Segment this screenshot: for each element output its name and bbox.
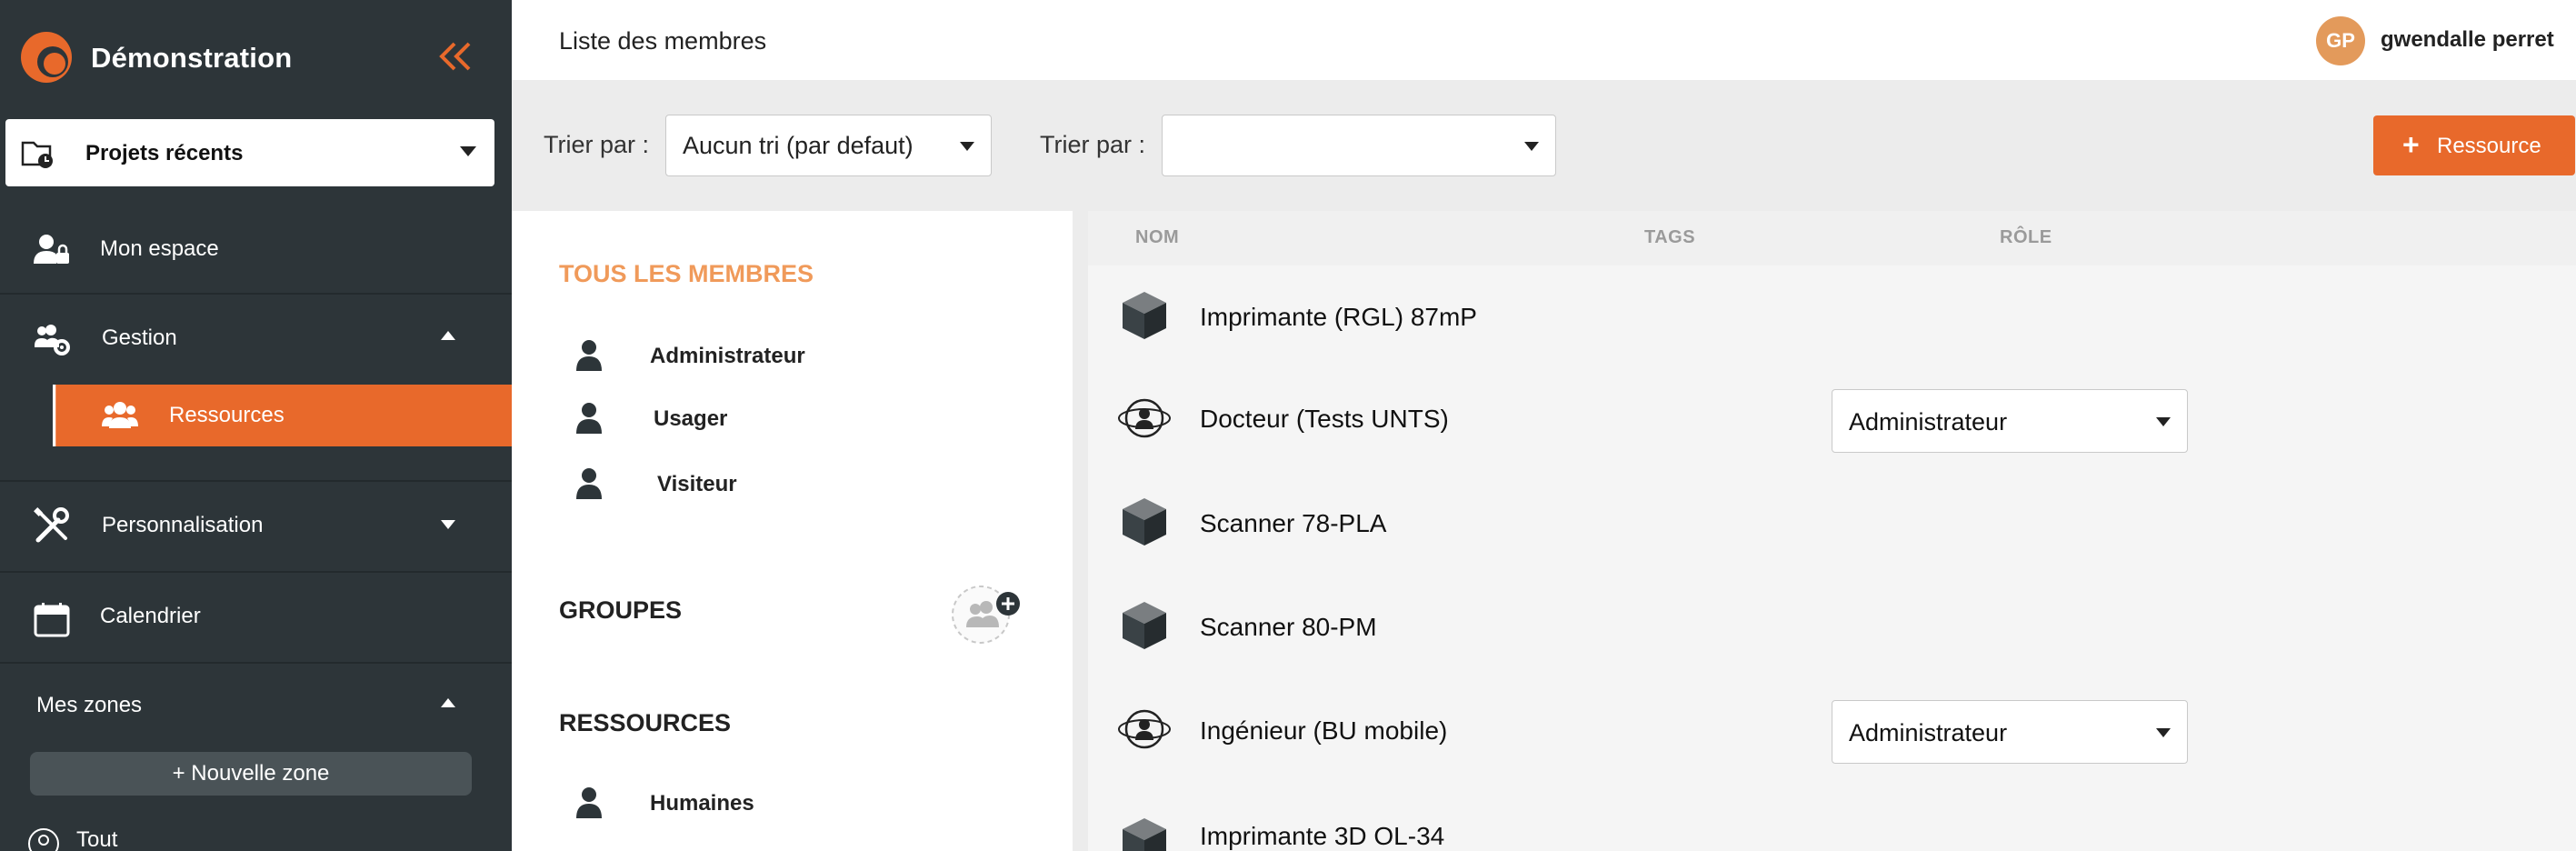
sidebar-item-ressources-label: Ressources bbox=[169, 403, 285, 427]
column-header-role[interactable]: RÔLE bbox=[2000, 227, 2052, 248]
role-item-label: Usager bbox=[654, 406, 728, 431]
resource-type-label: Humaines bbox=[650, 791, 754, 816]
chevron-up-icon bbox=[441, 698, 455, 707]
logo-icon bbox=[21, 32, 72, 83]
table-row[interactable]: Ingénieur (BU mobile) Administrateur bbox=[1088, 680, 2576, 784]
user-icon bbox=[576, 468, 602, 499]
role-item-label: Visiteur bbox=[657, 472, 737, 496]
row-name: Imprimante (RGL) 87mP bbox=[1200, 303, 1477, 331]
sidebar: Démonstration Projets récents Mon espace bbox=[0, 0, 512, 851]
sidebar-item-ressources[interactable]: Ressources bbox=[53, 385, 512, 446]
column-header-nom[interactable]: NOM bbox=[1135, 227, 1179, 248]
panel-divider bbox=[1073, 211, 1088, 851]
all-members-title[interactable]: TOUS LES MEMBRES bbox=[559, 260, 814, 288]
add-resource-button[interactable]: + Ressource bbox=[2373, 115, 2575, 175]
row-name: Scanner 78-PLA bbox=[1200, 509, 1387, 537]
sidebar-item-mon-espace[interactable]: Mon espace bbox=[0, 220, 512, 293]
sidebar-item-personnalisation-label: Personnalisation bbox=[102, 513, 264, 537]
users-cog-icon bbox=[35, 325, 70, 355]
sidebar-item-gestion[interactable]: Gestion bbox=[0, 309, 512, 367]
brand: Démonstration bbox=[0, 0, 512, 116]
table-row[interactable]: Docteur (Tests UNTS) Administrateur bbox=[1088, 369, 2576, 473]
divider bbox=[0, 571, 512, 573]
role-select-value: Administrateur bbox=[1849, 719, 2008, 746]
chevron-down-icon bbox=[1524, 142, 1539, 151]
globe-user-icon bbox=[28, 828, 59, 851]
table-header: NOM TAGS RÔLE bbox=[1088, 211, 2576, 265]
row-name: Scanner 80-PM bbox=[1200, 613, 1377, 641]
divider bbox=[0, 293, 512, 295]
sort-label-2: Trier par : bbox=[1040, 131, 1146, 158]
role-select[interactable]: Administrateur bbox=[1832, 700, 2188, 764]
chevron-down-icon bbox=[2156, 728, 2171, 737]
sidebar-item-tout-label: Tout bbox=[76, 827, 118, 851]
resources-table: NOM TAGS RÔLE Imprimante (RGL) 87mP Doct… bbox=[1088, 211, 2576, 851]
user-icon bbox=[576, 787, 602, 818]
sort-select-1-value: Aucun tri (par defaut) bbox=[683, 132, 914, 159]
table-row[interactable]: Imprimante (RGL) 87mP bbox=[1088, 265, 2576, 369]
sidebar-item-gestion-label: Gestion bbox=[102, 325, 177, 350]
chevron-down-icon bbox=[960, 142, 974, 151]
recent-projects-dropdown[interactable]: Projets récents bbox=[5, 119, 494, 186]
sidebar-item-tout[interactable]: Tout bbox=[0, 815, 512, 851]
sidebar-item-calendrier-label: Calendrier bbox=[100, 604, 201, 628]
cube-icon bbox=[1123, 602, 1166, 649]
users-icon bbox=[102, 402, 138, 428]
user-lock-icon bbox=[34, 235, 69, 264]
user-icon bbox=[576, 340, 602, 371]
role-select-value: Administrateur bbox=[1849, 408, 2008, 436]
top-bar: Liste des membres GP gwendalle perret bbox=[512, 0, 2576, 80]
role-item-label: Administrateur bbox=[650, 344, 805, 368]
human-resource-icon bbox=[1118, 398, 1171, 438]
mes-zones-label: Mes zones bbox=[36, 693, 143, 717]
chevron-up-icon bbox=[441, 331, 455, 340]
resources-title: RESSOURCES bbox=[559, 709, 732, 736]
sidebar-item-mon-espace-label: Mon espace bbox=[100, 236, 219, 261]
submenu-indicator bbox=[53, 385, 55, 446]
human-resource-icon bbox=[1118, 709, 1171, 749]
brand-name: Démonstration bbox=[91, 42, 293, 74]
table-row[interactable]: Scanner 78-PLA bbox=[1088, 473, 2576, 576]
sidebar-item-personnalisation[interactable]: Personnalisation bbox=[0, 495, 512, 558]
cube-icon bbox=[1123, 292, 1166, 339]
chevron-down-icon bbox=[2156, 417, 2171, 426]
tools-icon bbox=[34, 507, 69, 543]
row-name: Ingénieur (BU mobile) bbox=[1200, 716, 1448, 745]
row-name: Docteur (Tests UNTS) bbox=[1200, 405, 1449, 433]
column-header-tags[interactable]: TAGS bbox=[1644, 227, 1695, 248]
sidebar-section-mes-zones[interactable]: Mes zones bbox=[0, 680, 512, 735]
collapse-sidebar-icon[interactable] bbox=[434, 38, 478, 75]
table-row[interactable]: Scanner 80-PM bbox=[1088, 576, 2576, 680]
folder-clock-icon bbox=[21, 141, 53, 168]
user-icon bbox=[576, 403, 602, 434]
page-title: Liste des membres bbox=[559, 27, 767, 55]
table-row[interactable]: Imprimante 3D OL-34 bbox=[1088, 784, 2576, 851]
add-resource-label: Ressource bbox=[2437, 134, 2541, 158]
new-zone-button[interactable]: + Nouvelle zone bbox=[30, 752, 472, 796]
avatar[interactable]: GP bbox=[2316, 16, 2365, 65]
row-name: Imprimante 3D OL-34 bbox=[1200, 822, 1445, 850]
chevron-down-icon bbox=[441, 520, 455, 529]
sidebar-item-calendrier[interactable]: Calendrier bbox=[0, 589, 512, 647]
plus-icon: + bbox=[2402, 128, 2420, 161]
groups-title: GROUPES bbox=[559, 596, 683, 624]
sort-label-1: Trier par : bbox=[544, 131, 650, 158]
divider bbox=[0, 480, 512, 482]
calendar-icon bbox=[34, 603, 70, 637]
sort-select-2[interactable] bbox=[1162, 115, 1556, 176]
cube-icon bbox=[1123, 498, 1166, 546]
role-select[interactable]: Administrateur bbox=[1832, 389, 2188, 453]
members-panel: TOUS LES MEMBRES Administrateur Usager V… bbox=[512, 211, 1073, 851]
cube-icon bbox=[1123, 818, 1166, 851]
user-name[interactable]: gwendalle perret bbox=[2381, 27, 2554, 53]
sort-select-1[interactable]: Aucun tri (par defaut) bbox=[665, 115, 992, 176]
filter-bar: Trier par : Aucun tri (par defaut) Trier… bbox=[512, 80, 2576, 211]
add-group-icon[interactable] bbox=[950, 580, 1023, 644]
divider bbox=[0, 662, 512, 664]
chevron-down-icon bbox=[460, 146, 476, 156]
recent-projects-label: Projets récents bbox=[85, 141, 244, 165]
